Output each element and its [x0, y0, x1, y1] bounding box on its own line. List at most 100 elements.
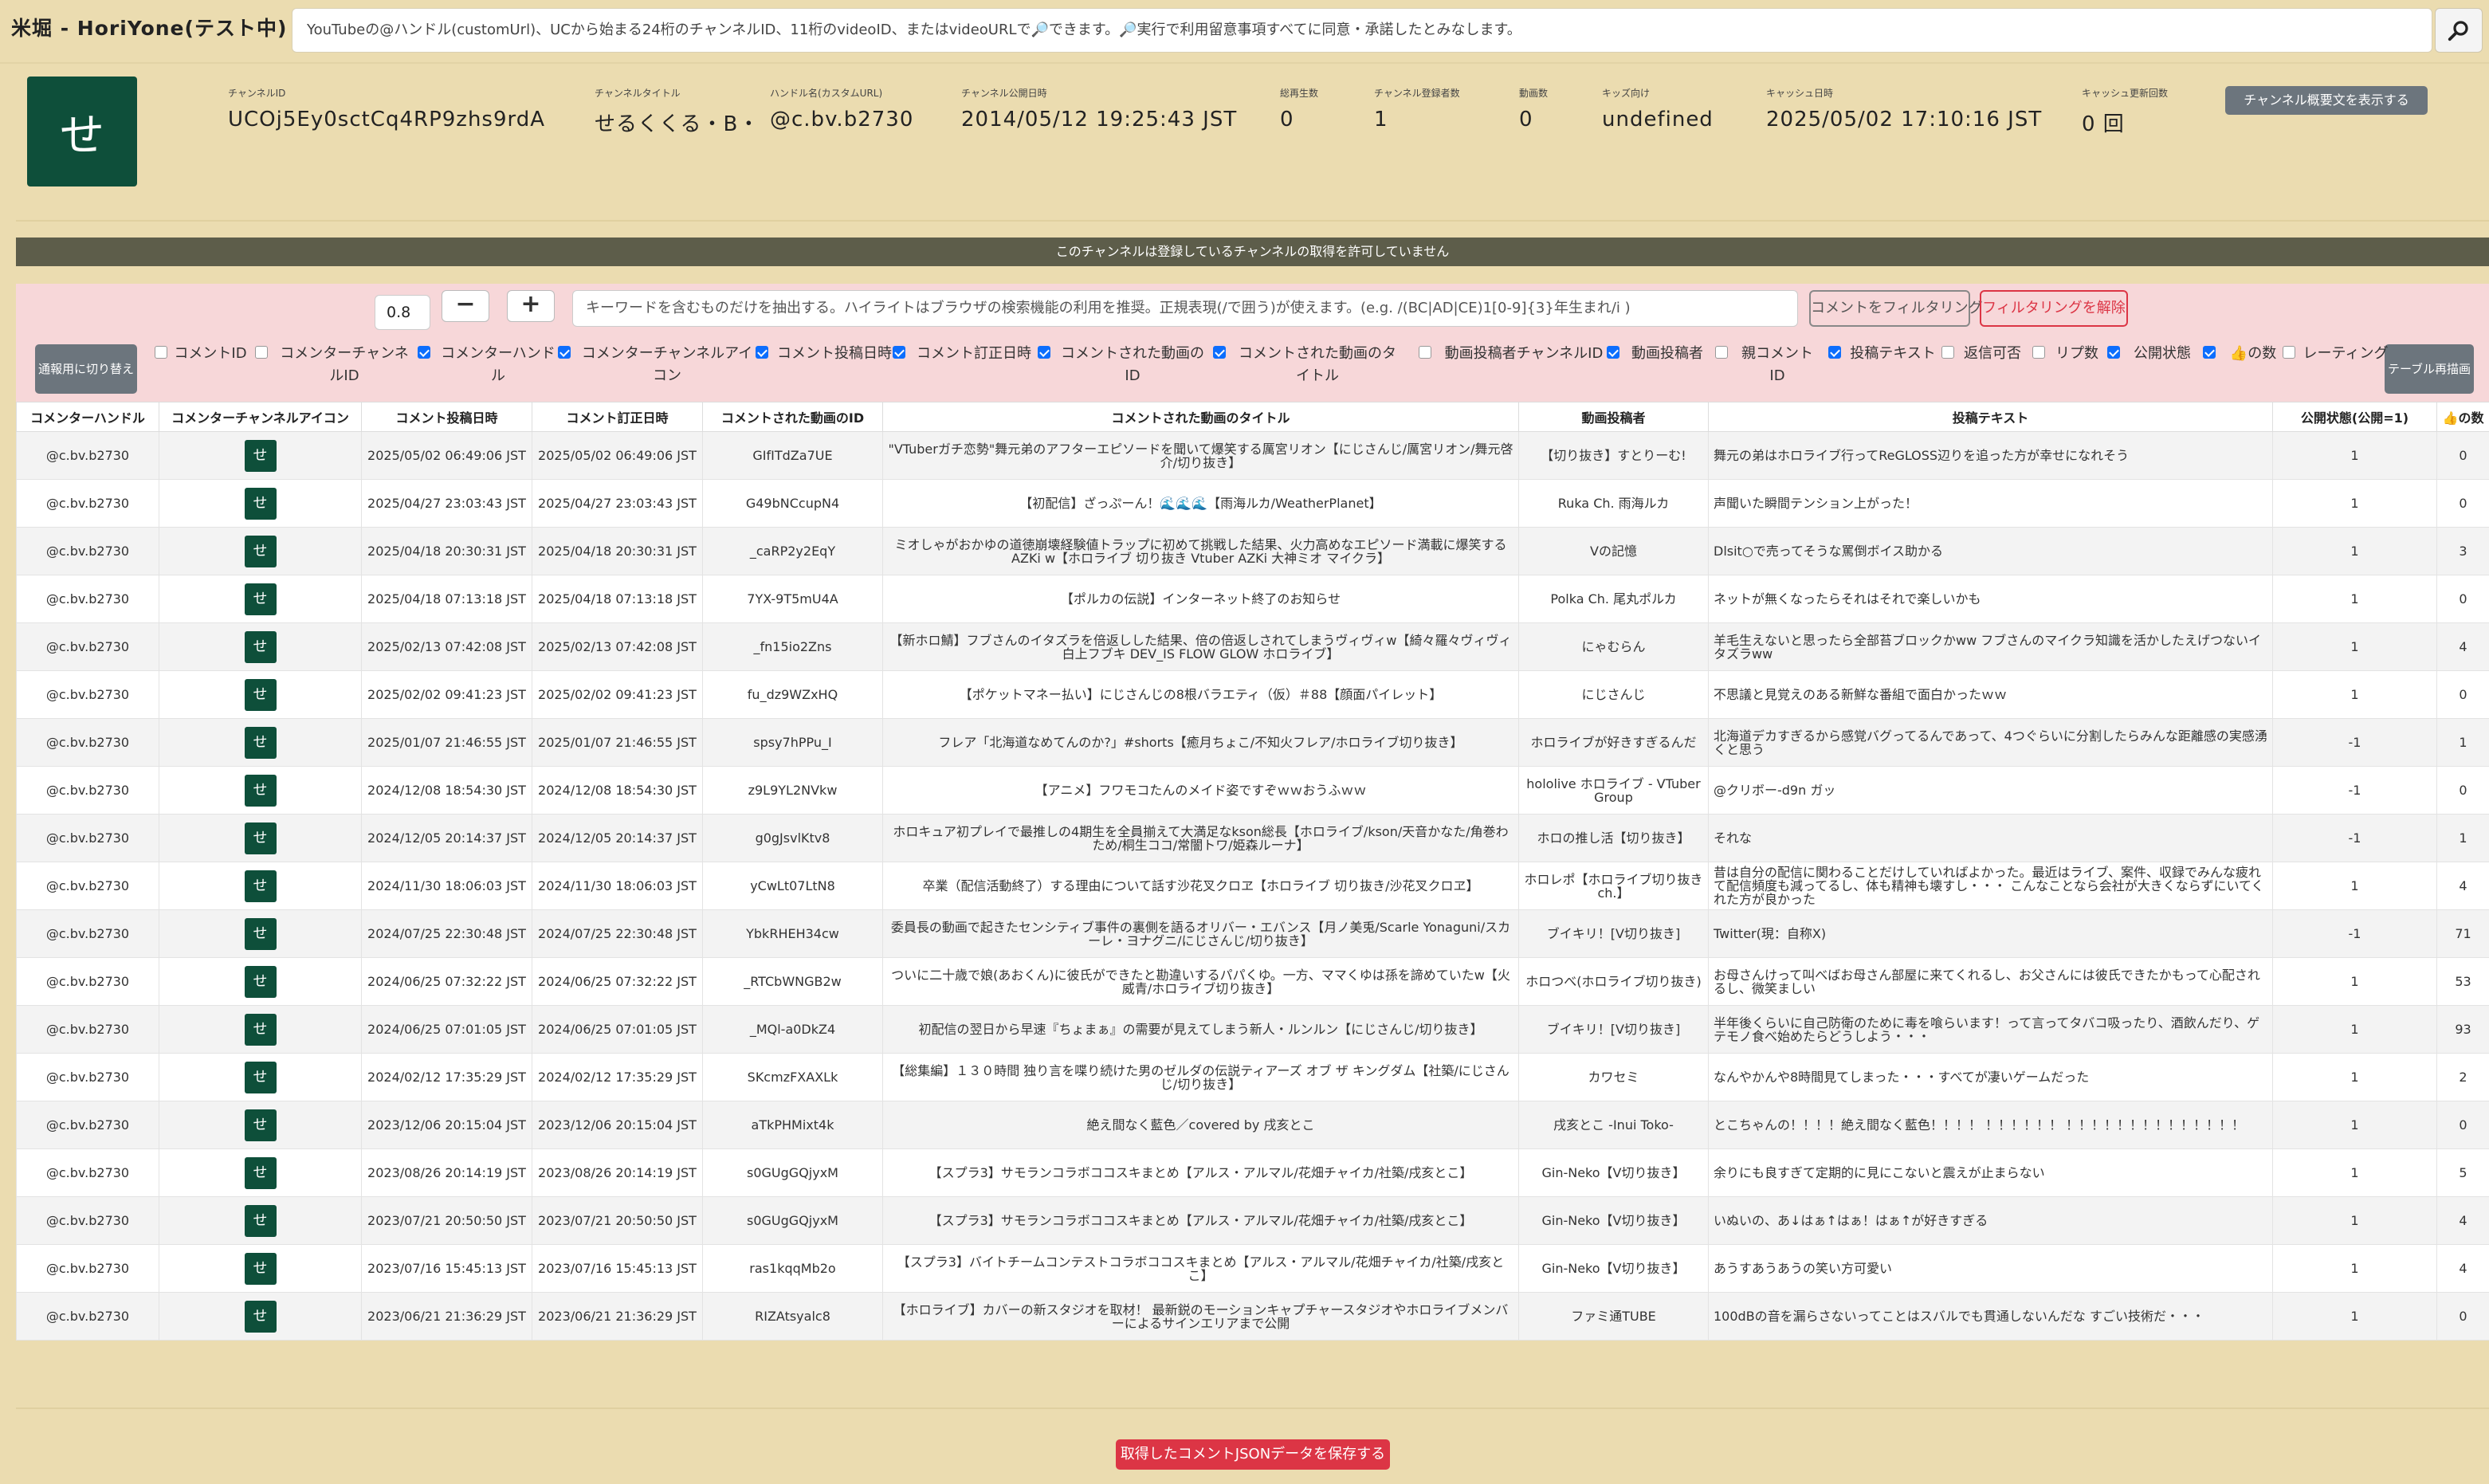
column-header[interactable]: 公開状態(公開=1)	[2272, 402, 2437, 432]
column-toggle[interactable]: コメント訂正日時	[893, 343, 1036, 365]
cell-title[interactable]: 絶え間なく藍色／covered by 戌亥とこ	[882, 1101, 1519, 1149]
column-header[interactable]: コメント投稿日時	[361, 402, 532, 432]
cell-video-id[interactable]: _RTCbWNGB2w	[702, 957, 883, 1006]
avatar[interactable]: せ	[244, 439, 277, 472]
cell-video-id[interactable]: 7YX-9T5mU4A	[702, 575, 883, 623]
avatar[interactable]: せ	[244, 1156, 277, 1189]
column-toggle[interactable]: コメンターチャンネルアイコン	[558, 343, 757, 387]
avatar[interactable]: せ	[244, 870, 277, 902]
checkbox[interactable]	[1038, 346, 1050, 359]
cell-video-id[interactable]: fu_dz9WZxHQ	[702, 670, 883, 719]
column-toggle[interactable]: 親コメントID	[1715, 343, 1820, 387]
column-toggle[interactable]: リプ数	[2032, 343, 2102, 365]
save-json-button[interactable]: 取得したコメントJSONデータを保存する	[1116, 1439, 1390, 1470]
avatar[interactable]: せ	[244, 583, 277, 615]
checkbox[interactable]	[1828, 346, 1841, 359]
report-mode-toggle-button[interactable]: 通報用に切り替え	[35, 344, 137, 394]
cell-title[interactable]: 【スプラ3】サモランコラボココスキまとめ【アルス・アルマル/花畑チャイカ/社築/…	[882, 1148, 1519, 1197]
column-toggle[interactable]: 👍の数	[2203, 343, 2284, 365]
cell-title[interactable]: ついに二十歳で娘(あおくん)に彼氏ができたと勘違いするパパくゆ。一方、ママくゆは…	[882, 957, 1519, 1006]
column-toggle[interactable]: 動画投稿者チャンネルID	[1419, 343, 1610, 365]
cell-title[interactable]: 【ホロライブ】カバーの新スタジオを取材！ 最新鋭のモーションキャプチャースタジオ…	[882, 1292, 1519, 1341]
avatar[interactable]: せ	[244, 917, 277, 950]
checkbox[interactable]	[893, 346, 905, 359]
cell-video-id[interactable]: GIfITdZa7UE	[702, 431, 883, 480]
checkbox[interactable]	[1607, 346, 1619, 359]
opacity-input[interactable]: 0.8	[375, 295, 430, 330]
search-button[interactable]	[2435, 8, 2483, 53]
column-toggle[interactable]: 動画投稿者	[1607, 343, 1709, 365]
cell-title[interactable]: 【初配信】ざっぷーん！🌊🌊🌊【雨海ルカ/WeatherPlanet】	[882, 479, 1519, 528]
cell-title[interactable]: 【総集編】１３０時間 独り言を喋り続けた男のゼルダの伝説ティアーズ オブ ザ キ…	[882, 1053, 1519, 1101]
cell-title[interactable]: ミオしゃがおかゆの道徳崩壊経験値トラップに初めて挑戦した結果、火力高めなエピソー…	[882, 527, 1519, 575]
cell-video-id[interactable]: ras1kqqMb2o	[702, 1244, 883, 1293]
avatar[interactable]: せ	[244, 1252, 277, 1285]
cell-video-id[interactable]: _fn15io2Zns	[702, 622, 883, 671]
cell-video-id[interactable]: SKcmzFXAXLk	[702, 1053, 883, 1101]
checkbox[interactable]	[155, 346, 167, 359]
checkbox[interactable]	[2107, 346, 2120, 359]
column-header[interactable]: 動画投稿者	[1518, 402, 1709, 432]
avatar[interactable]: せ	[244, 1013, 277, 1046]
column-toggle[interactable]: レーティング	[2283, 343, 2389, 365]
cell-title[interactable]: 初配信の翌日から早速『ちょまぁ』の需要が見えてしまう新人・ルンルン【にじさんじ/…	[882, 1005, 1519, 1054]
cell-video-id[interactable]: YbkRHEH34cw	[702, 909, 883, 958]
column-header[interactable]: コメンターハンドル	[16, 402, 159, 432]
cell-title[interactable]: 【スプラ3】バイトチームコンテストコラボココスキまとめ【アルス・アルマル/花畑チ…	[882, 1244, 1519, 1293]
cell-title[interactable]: 【スプラ3】サモランコラボココスキまとめ【アルス・アルマル/花畑チャイカ/社築/…	[882, 1196, 1519, 1245]
column-toggle[interactable]: 投稿テキスト	[1828, 343, 1938, 365]
column-toggle[interactable]: コメンターチャンネルID	[255, 343, 414, 387]
checkbox[interactable]	[756, 346, 768, 359]
avatar[interactable]: せ	[244, 1204, 277, 1237]
cell-video-id[interactable]: _MQl-a0DkZ4	[702, 1005, 883, 1054]
cell-video-id[interactable]: spsy7hPPu_I	[702, 718, 883, 767]
column-header[interactable]: 👍の数	[2436, 402, 2489, 432]
checkbox[interactable]	[1715, 346, 1728, 359]
cell-video-id[interactable]: yCwLt07LtN8	[702, 862, 883, 910]
checkbox[interactable]	[255, 346, 268, 359]
column-header[interactable]: コメントされた動画のタイトル	[882, 402, 1519, 432]
cell-video-id[interactable]: g0gJsvlKtv8	[702, 814, 883, 862]
checkbox[interactable]	[1419, 346, 1431, 359]
avatar[interactable]: せ	[244, 774, 277, 807]
avatar[interactable]: せ	[244, 535, 277, 567]
checkbox[interactable]	[2032, 346, 2045, 359]
search-input[interactable]: YouTubeの@ハンドル(customUrl)、UCから始まる24桁のチャンネ…	[292, 8, 2432, 53]
avatar[interactable]: せ	[244, 1300, 277, 1333]
column-toggle[interactable]: コメントされた動画のID	[1038, 343, 1208, 387]
cell-video-id[interactable]: _caRP2y2EqY	[702, 527, 883, 575]
checkbox[interactable]	[558, 346, 571, 359]
cell-title[interactable]: 委員長の動画で起きたセンシティブ事件の裏側を語るオリバー・エバンス【月ノ美兎/S…	[882, 909, 1519, 958]
increment-button[interactable]: +	[507, 290, 555, 322]
avatar[interactable]: せ	[244, 630, 277, 663]
cell-title[interactable]: 卒業（配信活動終了）する理由について話す沙花叉クロヱ【ホロライブ 切り抜き/沙花…	[882, 862, 1519, 910]
decrement-button[interactable]: −	[442, 290, 489, 322]
column-toggle[interactable]: コメント投稿日時	[756, 343, 894, 365]
cell-title[interactable]: "VTuberガチ恋勢"舞元弟のアフターエピソードを聞いて爆笑する厲宮リオン【に…	[882, 431, 1519, 480]
avatar[interactable]: せ	[244, 678, 277, 711]
checkbox[interactable]	[1941, 346, 1954, 359]
column-toggle[interactable]: コメントされた動画のタイトル	[1213, 343, 1403, 387]
avatar[interactable]: せ	[244, 487, 277, 520]
column-header[interactable]: コメンターチャンネルアイコン	[159, 402, 362, 432]
show-description-button[interactable]: チャンネル概要文を表示する	[2225, 86, 2428, 115]
avatar[interactable]: せ	[244, 822, 277, 854]
cell-title[interactable]: 【アニメ】フワモコたんのメイド姿ですぞｗｗおうふｗｗ	[882, 766, 1519, 815]
cell-video-id[interactable]: z9L9YL2NVkw	[702, 766, 883, 815]
checkbox[interactable]	[418, 346, 430, 359]
column-toggle[interactable]: コメンターハンドル	[418, 343, 559, 387]
cell-video-id[interactable]: s0GUgGQjyxM	[702, 1148, 883, 1197]
cell-title[interactable]: 【ポルカの伝説】インターネット終了のお知らせ	[882, 575, 1519, 623]
cell-title[interactable]: ホロキュア初プレイで最推しの4期生を全員揃えて大満足なkson総長【ホロライブ/…	[882, 814, 1519, 862]
cell-title[interactable]: 【ポケットマネー払い】にじさんじの8根バラエティ（仮）＃88【顔面パイレット】	[882, 670, 1519, 719]
avatar[interactable]: せ	[244, 726, 277, 759]
cell-video-id[interactable]: aTkPHMixt4k	[702, 1101, 883, 1149]
cell-title[interactable]: フレア「北海道なめてんのか?」#shorts【癒月ちょこ/不知火フレア/ホロライ…	[882, 718, 1519, 767]
checkbox[interactable]	[1213, 346, 1226, 359]
column-header[interactable]: コメント訂正日時	[532, 402, 703, 432]
avatar[interactable]: せ	[244, 1061, 277, 1093]
column-header[interactable]: コメントされた動画のID	[702, 402, 883, 432]
cell-video-id[interactable]: s0GUgGQjyxM	[702, 1196, 883, 1245]
column-toggle[interactable]: コメントID	[155, 343, 247, 365]
column-header[interactable]: 投稿テキスト	[1708, 402, 2273, 432]
